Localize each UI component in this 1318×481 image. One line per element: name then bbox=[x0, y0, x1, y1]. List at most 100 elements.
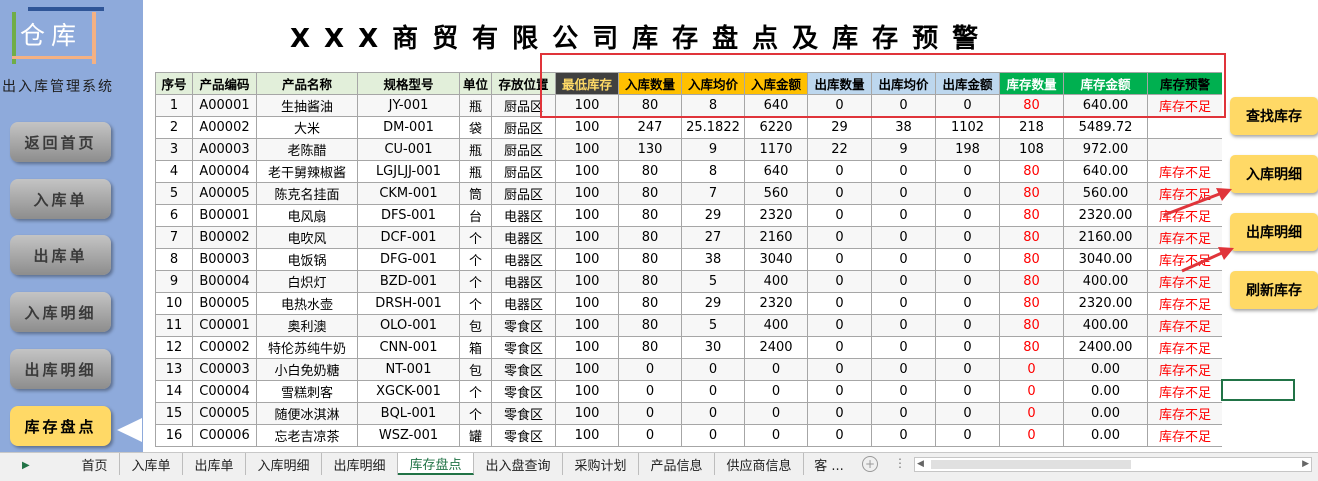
table-cell[interactable]: CU-001 bbox=[357, 138, 460, 161]
table-cell[interactable]: 3040.00 bbox=[1063, 248, 1148, 271]
table-cell[interactable]: 库存不足 bbox=[1147, 94, 1222, 117]
tab-customer[interactable]: 客 ... bbox=[804, 453, 854, 475]
table-cell[interactable]: 箱 bbox=[459, 336, 492, 359]
table-cell[interactable]: 0 bbox=[935, 248, 1000, 271]
table-cell[interactable]: 25.1822 bbox=[681, 116, 745, 139]
table-cell[interactable]: 108 bbox=[999, 138, 1064, 161]
table-cell[interactable]: 库存不足 bbox=[1147, 402, 1222, 425]
nav-home-button[interactable]: 返回首页 bbox=[10, 122, 111, 162]
scroll-thumb[interactable] bbox=[931, 460, 1131, 469]
table-cell[interactable]: 0 bbox=[935, 94, 1000, 117]
table-cell[interactable]: XGCK-001 bbox=[357, 380, 460, 403]
table-cell[interactable]: 100 bbox=[555, 358, 619, 381]
table-cell[interactable]: 白炽灯 bbox=[256, 270, 358, 293]
table-cell[interactable]: 瓶 bbox=[459, 138, 492, 161]
table-cell[interactable]: 22 bbox=[807, 138, 872, 161]
table-cell[interactable]: 80 bbox=[999, 314, 1064, 337]
find-inventory-button[interactable]: 查找库存 bbox=[1230, 97, 1318, 135]
table-cell[interactable]: 560 bbox=[744, 182, 808, 205]
table-cell[interactable]: 0.00 bbox=[1063, 402, 1148, 425]
column-header[interactable]: 规格型号 bbox=[357, 72, 460, 95]
table-cell[interactable]: 80 bbox=[999, 248, 1064, 271]
table-cell[interactable]: 0.00 bbox=[1063, 424, 1148, 447]
table-cell[interactable]: C00003 bbox=[192, 358, 257, 381]
table-cell[interactable]: 电吹风 bbox=[256, 226, 358, 249]
table-cell[interactable]: OLO-001 bbox=[357, 314, 460, 337]
table-cell[interactable]: 0 bbox=[681, 402, 745, 425]
tab-inventory[interactable]: 库存盘点 bbox=[398, 453, 474, 475]
table-cell[interactable]: 库存不足 bbox=[1147, 380, 1222, 403]
table-cell[interactable]: 7 bbox=[681, 182, 745, 205]
table-cell[interactable]: 厨品区 bbox=[491, 116, 556, 139]
table-cell[interactable]: 0 bbox=[999, 380, 1064, 403]
table-cell[interactable]: 0 bbox=[935, 424, 1000, 447]
table-cell[interactable]: CKM-001 bbox=[357, 182, 460, 205]
table-cell[interactable]: B00005 bbox=[192, 292, 257, 315]
table-cell[interactable]: 电器区 bbox=[491, 248, 556, 271]
table-cell[interactable]: 0 bbox=[807, 248, 872, 271]
table-cell[interactable]: 个 bbox=[459, 226, 492, 249]
table-cell[interactable]: 库存不足 bbox=[1147, 204, 1222, 227]
column-header[interactable]: 库存数量 bbox=[999, 72, 1064, 95]
table-cell[interactable]: 大米 bbox=[256, 116, 358, 139]
tab-purchase-plan[interactable]: 采购计划 bbox=[563, 453, 639, 475]
column-header[interactable]: 出库均价 bbox=[871, 72, 936, 95]
table-cell[interactable]: 0 bbox=[871, 160, 936, 183]
table-cell[interactable]: 16 bbox=[155, 424, 193, 447]
table-cell[interactable]: 80 bbox=[999, 336, 1064, 359]
table-cell[interactable]: 0 bbox=[871, 358, 936, 381]
table-cell[interactable]: BZD-001 bbox=[357, 270, 460, 293]
table-cell[interactable]: 29 bbox=[681, 292, 745, 315]
table-cell[interactable]: 包 bbox=[459, 314, 492, 337]
table-cell[interactable]: NT-001 bbox=[357, 358, 460, 381]
table-cell[interactable]: 0 bbox=[999, 358, 1064, 381]
table-cell[interactable]: 80 bbox=[999, 160, 1064, 183]
table-cell[interactable]: 5 bbox=[155, 182, 193, 205]
table-cell[interactable]: 0 bbox=[744, 424, 808, 447]
table-cell[interactable]: 80 bbox=[999, 226, 1064, 249]
table-cell[interactable]: 0 bbox=[935, 160, 1000, 183]
table-cell[interactable]: 0 bbox=[871, 182, 936, 205]
table-cell[interactable]: 库存不足 bbox=[1147, 424, 1222, 447]
tab-inout-query[interactable]: 出入盘查询 bbox=[474, 453, 563, 475]
table-cell[interactable]: 0.00 bbox=[1063, 380, 1148, 403]
table-cell[interactable]: 12 bbox=[155, 336, 193, 359]
table-cell[interactable]: 电器区 bbox=[491, 270, 556, 293]
table-cell[interactable]: 零食区 bbox=[491, 402, 556, 425]
table-cell[interactable]: 2320.00 bbox=[1063, 204, 1148, 227]
table-cell[interactable]: 1 bbox=[155, 94, 193, 117]
table-cell[interactable]: 台 bbox=[459, 204, 492, 227]
table-cell[interactable]: 忘老吉凉茶 bbox=[256, 424, 358, 447]
table-cell[interactable]: 5 bbox=[681, 270, 745, 293]
table-cell[interactable]: 15 bbox=[155, 402, 193, 425]
table-cell[interactable]: 3 bbox=[155, 138, 193, 161]
table-cell[interactable]: 个 bbox=[459, 248, 492, 271]
table-cell[interactable]: 100 bbox=[555, 204, 619, 227]
table-cell[interactable]: 厨品区 bbox=[491, 160, 556, 183]
table-cell[interactable]: 100 bbox=[555, 336, 619, 359]
table-cell[interactable]: 0 bbox=[807, 94, 872, 117]
table-cell[interactable]: B00004 bbox=[192, 270, 257, 293]
table-cell[interactable]: B00001 bbox=[192, 204, 257, 227]
table-cell[interactable]: 100 bbox=[555, 270, 619, 293]
table-cell[interactable]: 218 bbox=[999, 116, 1064, 139]
table-cell[interactable]: 0 bbox=[744, 358, 808, 381]
table-cell[interactable]: A00001 bbox=[192, 94, 257, 117]
table-cell[interactable] bbox=[1147, 116, 1222, 139]
table-cell[interactable]: 100 bbox=[555, 138, 619, 161]
table-cell[interactable]: 库存不足 bbox=[1147, 182, 1222, 205]
table-cell[interactable] bbox=[1147, 138, 1222, 161]
table-cell[interactable]: 2320 bbox=[744, 292, 808, 315]
table-cell[interactable]: 130 bbox=[618, 138, 682, 161]
table-cell[interactable]: 9 bbox=[681, 138, 745, 161]
table-cell[interactable]: 库存不足 bbox=[1147, 270, 1222, 293]
nav-inbound-detail-button[interactable]: 入库明细 bbox=[10, 292, 111, 332]
table-cell[interactable]: 0 bbox=[935, 402, 1000, 425]
column-header[interactable]: 入库均价 bbox=[681, 72, 745, 95]
table-cell[interactable]: 400 bbox=[744, 270, 808, 293]
refresh-inventory-button[interactable]: 刷新库存 bbox=[1230, 271, 1318, 309]
table-cell[interactable]: 袋 bbox=[459, 116, 492, 139]
selected-cell[interactable] bbox=[1221, 379, 1295, 401]
table-cell[interactable]: JY-001 bbox=[357, 94, 460, 117]
table-cell[interactable]: 筒 bbox=[459, 182, 492, 205]
